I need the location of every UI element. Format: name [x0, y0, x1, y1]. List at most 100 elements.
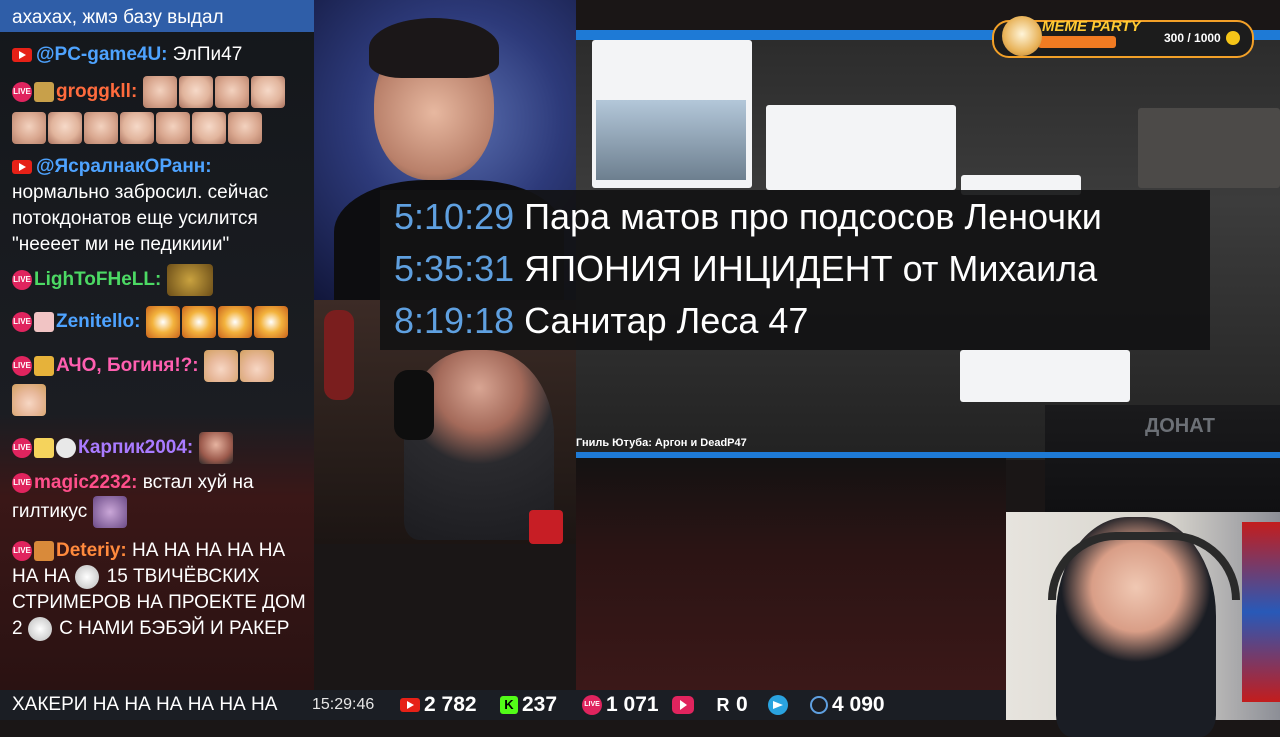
telegram-icon — [768, 695, 788, 716]
soda-can-icon — [529, 510, 563, 544]
face-emote-icon — [48, 112, 82, 144]
chat-nick: Карпик2004: — [78, 437, 194, 459]
face-emote-icon — [120, 112, 154, 144]
chat-nick: АЧО, Богиня!?: — [56, 355, 199, 377]
microphone-icon — [394, 370, 434, 440]
fox-emote-icon — [253, 306, 288, 338]
video-caption: Гниль Ютуба: Аргон и DeadP47 — [576, 437, 747, 449]
youtube-icon — [12, 47, 32, 62]
face-emote-icon — [142, 76, 177, 108]
vk-live-icon: LIVE — [12, 540, 32, 561]
video-thumbnail — [1138, 108, 1280, 188]
face-emote-icon — [239, 350, 274, 382]
guitar-icon — [324, 310, 354, 400]
face-emote-icon — [228, 112, 262, 144]
face-emote-icon — [12, 384, 46, 416]
vk-video-icon — [672, 696, 694, 715]
face-emote-icon — [214, 76, 249, 108]
stat-value: 1 071 — [606, 693, 659, 716]
meme-party-title: MEME PARTY — [1042, 18, 1141, 35]
cat-emote-icon — [75, 564, 100, 589]
blurred-donation-panel: ДОНАТ — [1045, 405, 1280, 515]
chat-nick: @ЯсралнакОРанн: — [36, 156, 212, 177]
chat-message-text: С НАМИ БЭБЭЙ И РАКЕР — [59, 618, 290, 639]
stat-value: 4 090 — [832, 693, 885, 716]
chat-highlighted-message: ахахах, жмэ базу выдал — [0, 0, 314, 32]
blurred-text: ДОНАТ — [1145, 415, 1215, 437]
stats-bar: ХАКЕРИ НА НА НА НА НА НА 15:29:46 2 782 … — [0, 690, 1006, 720]
flag-icon — [1242, 522, 1280, 702]
timestamp-title: Пара матов про подсосов Леночки — [524, 196, 1102, 237]
vk-live-icon: LIVE — [12, 312, 32, 332]
timestamp-row[interactable]: 5:10:29 Пара матов про подсосов Леночки — [394, 192, 1102, 242]
chat-message: LIVE magic2232: встал хуй на гилтикус — [12, 470, 308, 528]
chat-panel: ахахах, жмэ базу выдал @PC-game4U: ЭлПи4… — [0, 0, 314, 690]
vk-video-viewers — [672, 690, 698, 720]
vk-live-icon: LIVE — [12, 472, 32, 493]
chat-nick: Deteriy: — [56, 540, 127, 561]
youtube-icon — [400, 698, 420, 713]
chat-message: @ЯсралнакОРанн: нормально забросил. сейч… — [12, 154, 308, 258]
chat-message: LIVE Карпик2004: — [12, 432, 308, 464]
chat-message-text: ахахах, жмэ базу выдал — [12, 7, 224, 28]
chat-message: LIVE Deteriy: НА НА НА НА НА НА НА 15 ТВИ… — [12, 538, 308, 642]
stat-value: 2 782 — [424, 693, 477, 716]
doge-icon — [1002, 16, 1042, 56]
telegram-link — [768, 690, 792, 720]
social-post — [592, 40, 752, 188]
timestamp-title: Санитар Леса 47 — [524, 300, 809, 341]
timestamp-row[interactable]: 8:19:18 Санитар Леса 47 — [394, 296, 808, 346]
rutube-viewers: R0 — [714, 690, 748, 720]
timestamp-time[interactable]: 5:35:31 — [394, 248, 514, 289]
face-emote-icon — [192, 112, 226, 144]
fox-emote-icon — [181, 306, 216, 338]
chat-message: LIVE АЧО, Богиня!?: — [12, 350, 308, 416]
clock: 15:29:46 — [312, 696, 375, 713]
badge-icon — [34, 82, 54, 102]
timestamp-row[interactable]: 5:35:31 ЯПОНИЯ ИНЦИДЕНТ от Михаила — [394, 244, 1097, 294]
chat-message: @PC-game4U: ЭлПи47 — [12, 42, 308, 68]
chat-message-text: нормально забросил. сейчас потокдонатов … — [12, 182, 269, 255]
post-photo — [596, 100, 746, 180]
timestamp-title: ЯПОНИЯ ИНЦИДЕНТ от Михаила — [524, 248, 1098, 289]
face-emote-icon — [198, 432, 233, 464]
face-emote-icon — [12, 112, 46, 144]
chat-message-text: ЭлПи47 — [172, 44, 243, 65]
chat-nick: groggkll: — [56, 81, 138, 103]
meme-progress-text: 300 / 1000 — [1164, 31, 1221, 45]
timestamp-time[interactable]: 8:19:18 — [394, 300, 514, 341]
youtube-viewers: 2 782 — [400, 690, 477, 720]
background-panel — [576, 458, 1006, 690]
face-emote-icon — [178, 76, 213, 108]
total-viewers: 4 090 — [810, 690, 885, 720]
cat-emote-icon — [27, 616, 52, 641]
fox-emote-icon — [145, 306, 180, 338]
stat-value: 237 — [522, 693, 558, 716]
badge-icon — [34, 312, 54, 332]
vk-live-icon: LIVE — [582, 695, 602, 716]
kick-viewers: K 237 — [500, 690, 557, 720]
chat-message: LIVE Zenitello: — [12, 306, 308, 338]
kick-icon: K — [500, 696, 518, 715]
headphones-icon — [1048, 532, 1240, 600]
chat-ticker: ХАКЕРИ НА НА НА НА НА НА — [12, 694, 278, 715]
timestamp-time[interactable]: 5:10:29 — [394, 196, 514, 237]
meme-party-widget: MEME PARTY 300 / 1000 — [992, 16, 1254, 58]
face-emote-icon — [84, 112, 118, 144]
rutube-icon: R — [716, 695, 730, 716]
vk-live-icon: LIVE — [12, 270, 32, 290]
chat-message: LIVE groggkll: — [12, 76, 308, 144]
vk-live-icon: LIVE — [12, 438, 32, 458]
screen-bottom-bar — [576, 452, 1280, 458]
vk-live-viewers: LIVE 1 071 — [582, 690, 659, 720]
timestamps-overlay: 5:10:29 Пара матов про подсосов Леночки 5… — [380, 190, 1210, 350]
youtube-icon — [12, 159, 32, 174]
sticker-emote-icon — [92, 496, 127, 528]
badge-icon — [56, 438, 76, 458]
coin-icon — [1226, 31, 1240, 45]
host-webcam — [1006, 512, 1280, 737]
vk-live-icon: LIVE — [12, 356, 32, 376]
chat-nick: LighToFHeLL: — [34, 269, 162, 291]
face-emote-icon — [156, 112, 190, 144]
meme-progress-bar — [1038, 36, 1116, 48]
